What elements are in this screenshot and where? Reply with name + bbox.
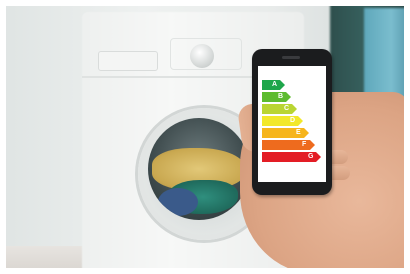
energy-class-bar: C: [262, 104, 297, 114]
phone-speaker: [282, 56, 300, 59]
energy-class-letter: C: [284, 105, 290, 112]
energy-class-bar-arrow: [286, 92, 291, 102]
energy-class-bar-arrow: [280, 80, 285, 90]
energy-class-bar: B: [262, 92, 291, 102]
photo-scene: ABCDEFG: [0, 0, 410, 274]
energy-class-bar-arrow: [304, 128, 309, 138]
washer-door-glass: [148, 118, 250, 220]
energy-class-letter: E: [296, 129, 301, 136]
laundry-blue-cloth: [158, 188, 198, 216]
detergent-drawer: [98, 51, 158, 71]
energy-class-letter: B: [278, 93, 284, 100]
energy-class-bar: F: [262, 140, 315, 150]
energy-class-bar-arrow: [292, 104, 297, 114]
energy-class-bar-arrow: [310, 140, 315, 150]
energy-class-bar: G: [262, 152, 321, 162]
energy-class-bar-arrow: [298, 116, 303, 126]
washer-dial-knob: [190, 44, 214, 68]
energy-class-letter: A: [272, 81, 278, 88]
energy-class-letter: D: [290, 117, 296, 124]
energy-class-bar: A: [262, 80, 285, 90]
energy-class-bar: E: [262, 128, 309, 138]
energy-class-bar-body: [262, 80, 280, 90]
energy-efficiency-label: ABCDEFG: [262, 80, 321, 164]
energy-class-bar: D: [262, 116, 303, 126]
energy-class-letter: F: [302, 141, 307, 148]
energy-class-letter: G: [308, 153, 314, 160]
energy-class-bar-arrow: [316, 152, 321, 162]
